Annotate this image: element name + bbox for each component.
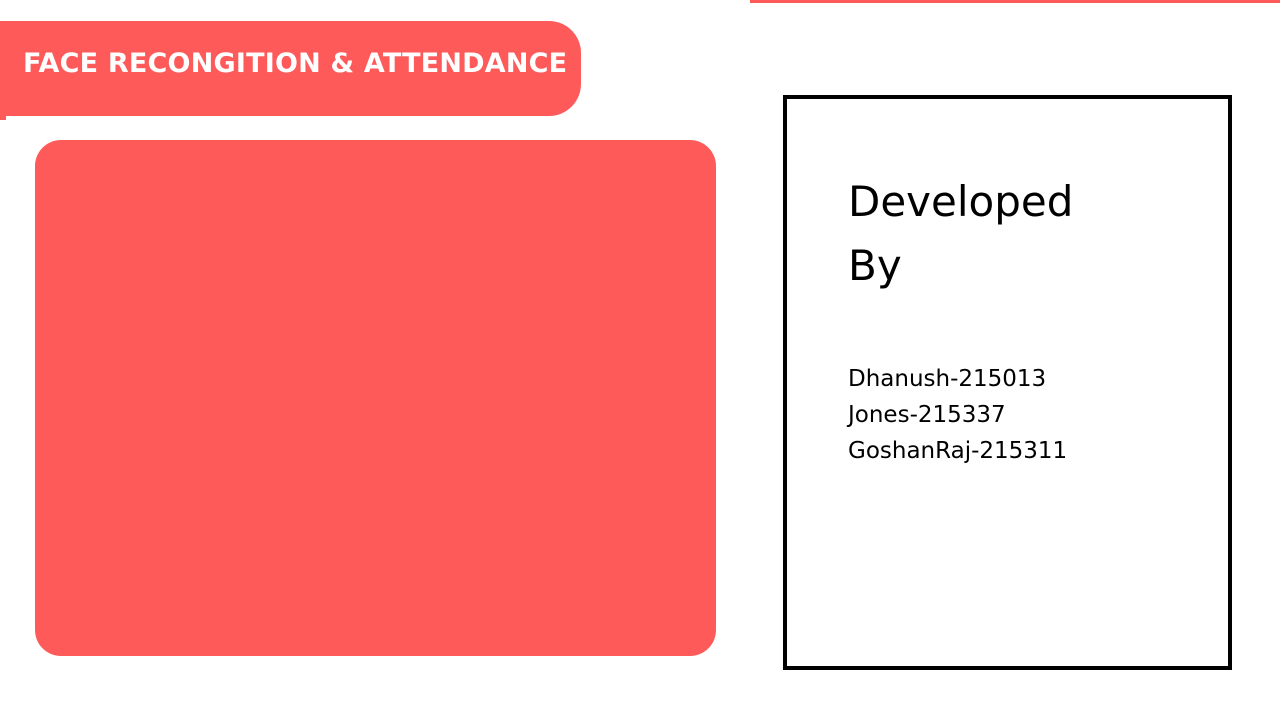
credits-heading: Developed By: [848, 170, 1128, 298]
credits-heading-line1: Developed: [848, 177, 1074, 226]
developer-item: GoshanRaj-215311: [848, 438, 1068, 464]
title-banner: FACE RECONGITION & ATTENDANCE: [0, 21, 581, 116]
developer-item: Dhanush-215013: [848, 366, 1047, 392]
credits-heading-line2: By: [848, 241, 902, 290]
camera-feed-panel: [35, 140, 716, 656]
developer-list: Dhanush-215013 Jones-215337 GoshanRaj-21…: [848, 361, 1067, 469]
credits-box: Developed By Dhanush-215013 Jones-215337…: [783, 95, 1232, 670]
top-accent-line: [750, 0, 1280, 3]
developer-item: Jones-215337: [848, 402, 1006, 428]
app-window: FACE RECONGITION & ATTENDANCE Developed …: [0, 0, 1280, 720]
app-title: FACE RECONGITION & ATTENDANCE: [23, 48, 568, 79]
